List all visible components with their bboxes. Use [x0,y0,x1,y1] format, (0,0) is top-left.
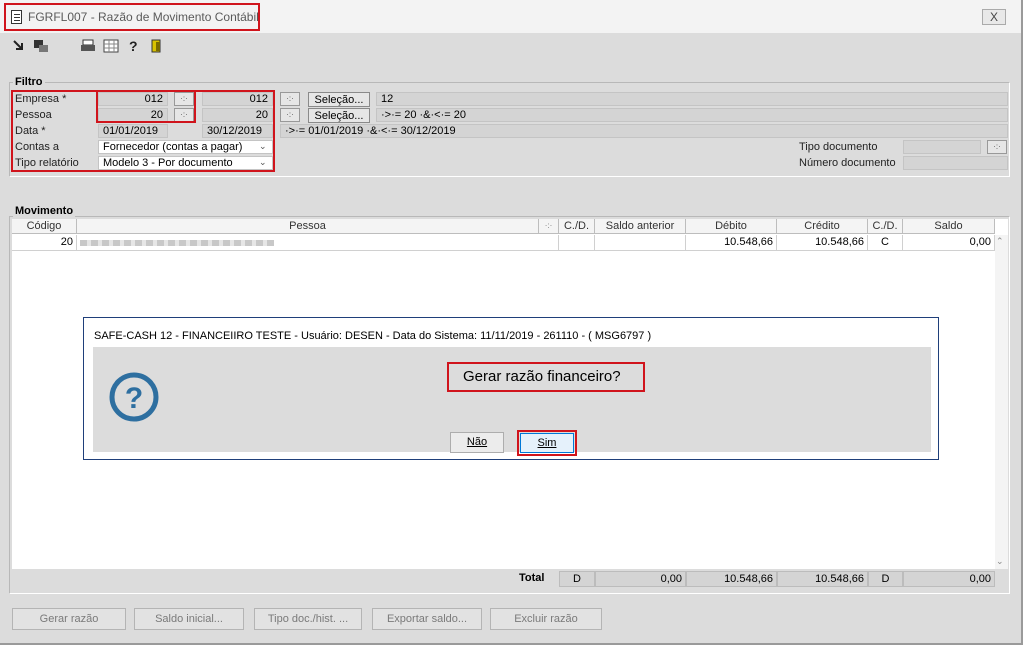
pessoa-to-lookup-button[interactable]: ·:· [280,108,300,122]
saldo-inicial-button[interactable]: Saldo inicial... [134,608,244,630]
question-icon: ? [108,371,160,426]
col-header-pessoa-lookup-icon[interactable]: ·:· [539,219,559,234]
window-title: FGRFL007 - Razão de Movimento Contábil [28,10,259,24]
data-expression-value: ·>·= 01/01/2019 ·&·<·= 30/12/2019 [280,124,1008,138]
gerar-razao-button[interactable]: Gerar razão [12,608,126,630]
main-window: FGRFL007 - Razão de Movimento Contábil X… [0,0,1023,645]
row-credito[interactable]: 10.548,66 [777,235,868,251]
sim-button[interactable]: Sim [520,433,574,453]
numero-documento-field[interactable] [903,156,1008,170]
col-header-saldo[interactable]: Saldo [903,219,995,234]
total-saldo-anterior: 0,00 [595,571,686,587]
col-header-pessoa[interactable]: Pessoa [77,219,539,234]
col-header-cd2[interactable]: C./D. [868,219,903,234]
total-cd2: D [868,571,903,587]
pessoa-selecao-value: ·>·= 20 ·&·<·= 20 [376,108,1008,122]
dialog-title: SAFE-CASH 12 - FINANCEIIRO TESTE - Usuár… [94,330,652,342]
svg-text:?: ? [129,39,138,53]
col-header-codigo[interactable]: Código [12,219,77,234]
row-saldo-anterior[interactable] [595,235,686,251]
col-header-saldo-anterior[interactable]: Saldo anterior [595,219,686,234]
numero-documento-label: Número documento [799,157,896,169]
row-cd[interactable] [559,235,595,251]
tipo-documento-lookup-button[interactable]: ·:· [987,140,1007,154]
exportar-saldo-button[interactable]: Exportar saldo... [372,608,482,630]
movimento-title: Movimento [13,205,76,217]
close-button[interactable]: X [982,9,1006,25]
empresa-selecao-value: 12 [376,92,1008,106]
empresa-selecao-button[interactable]: Seleção... [308,92,370,107]
dialog-message: Gerar razão financeiro? [463,368,621,385]
confirmation-dialog: SAFE-CASH 12 - FINANCEIIRO TESTE - Usuár… [83,317,939,460]
col-header-debito[interactable]: Débito [686,219,777,234]
filtro-title: Filtro [13,76,45,88]
excluir-razao-button[interactable]: Excluir razão [490,608,602,630]
row-pessoa[interactable] [77,235,559,251]
col-header-credito[interactable]: Crédito [777,219,868,234]
row-codigo[interactable]: 20 [12,235,77,251]
tipo-documento-field[interactable] [903,140,981,154]
svg-text:?: ? [125,382,143,415]
row-saldo[interactable]: 0,00 [903,235,995,251]
total-saldo: 0,00 [903,571,995,587]
table-icon[interactable] [103,39,119,53]
document-icon [11,10,22,24]
export-icon[interactable] [12,39,26,53]
total-label: Total [519,572,545,584]
redacted-name [80,240,274,246]
exit-icon[interactable] [150,39,164,53]
col-header-cd[interactable]: C./D. [559,219,595,234]
help-icon[interactable]: ? [128,38,140,54]
row-debito[interactable]: 10.548,66 [686,235,777,251]
nao-button[interactable]: Não [450,432,504,453]
total-cd: D [559,571,595,587]
grid-icon[interactable] [33,39,49,53]
row-cd2[interactable]: C [868,235,903,251]
scroll-down-icon[interactable]: ⌄ [996,556,1004,567]
tipo-documento-label: Tipo documento [799,141,878,153]
tipo-doc-hist-button[interactable]: Tipo doc./hist. ... [254,608,362,630]
empresa-to-lookup-button[interactable]: ·:· [280,92,300,106]
scroll-up-icon[interactable]: ⌃ [996,236,1004,247]
vertical-scrollbar[interactable] [995,235,1008,569]
pessoa-selecao-button[interactable]: Seleção... [308,108,370,123]
print-icon[interactable] [80,39,96,53]
total-credito: 10.548,66 [777,571,868,587]
empresa-pessoa-highlight [96,90,196,123]
total-debito: 10.548,66 [686,571,777,587]
